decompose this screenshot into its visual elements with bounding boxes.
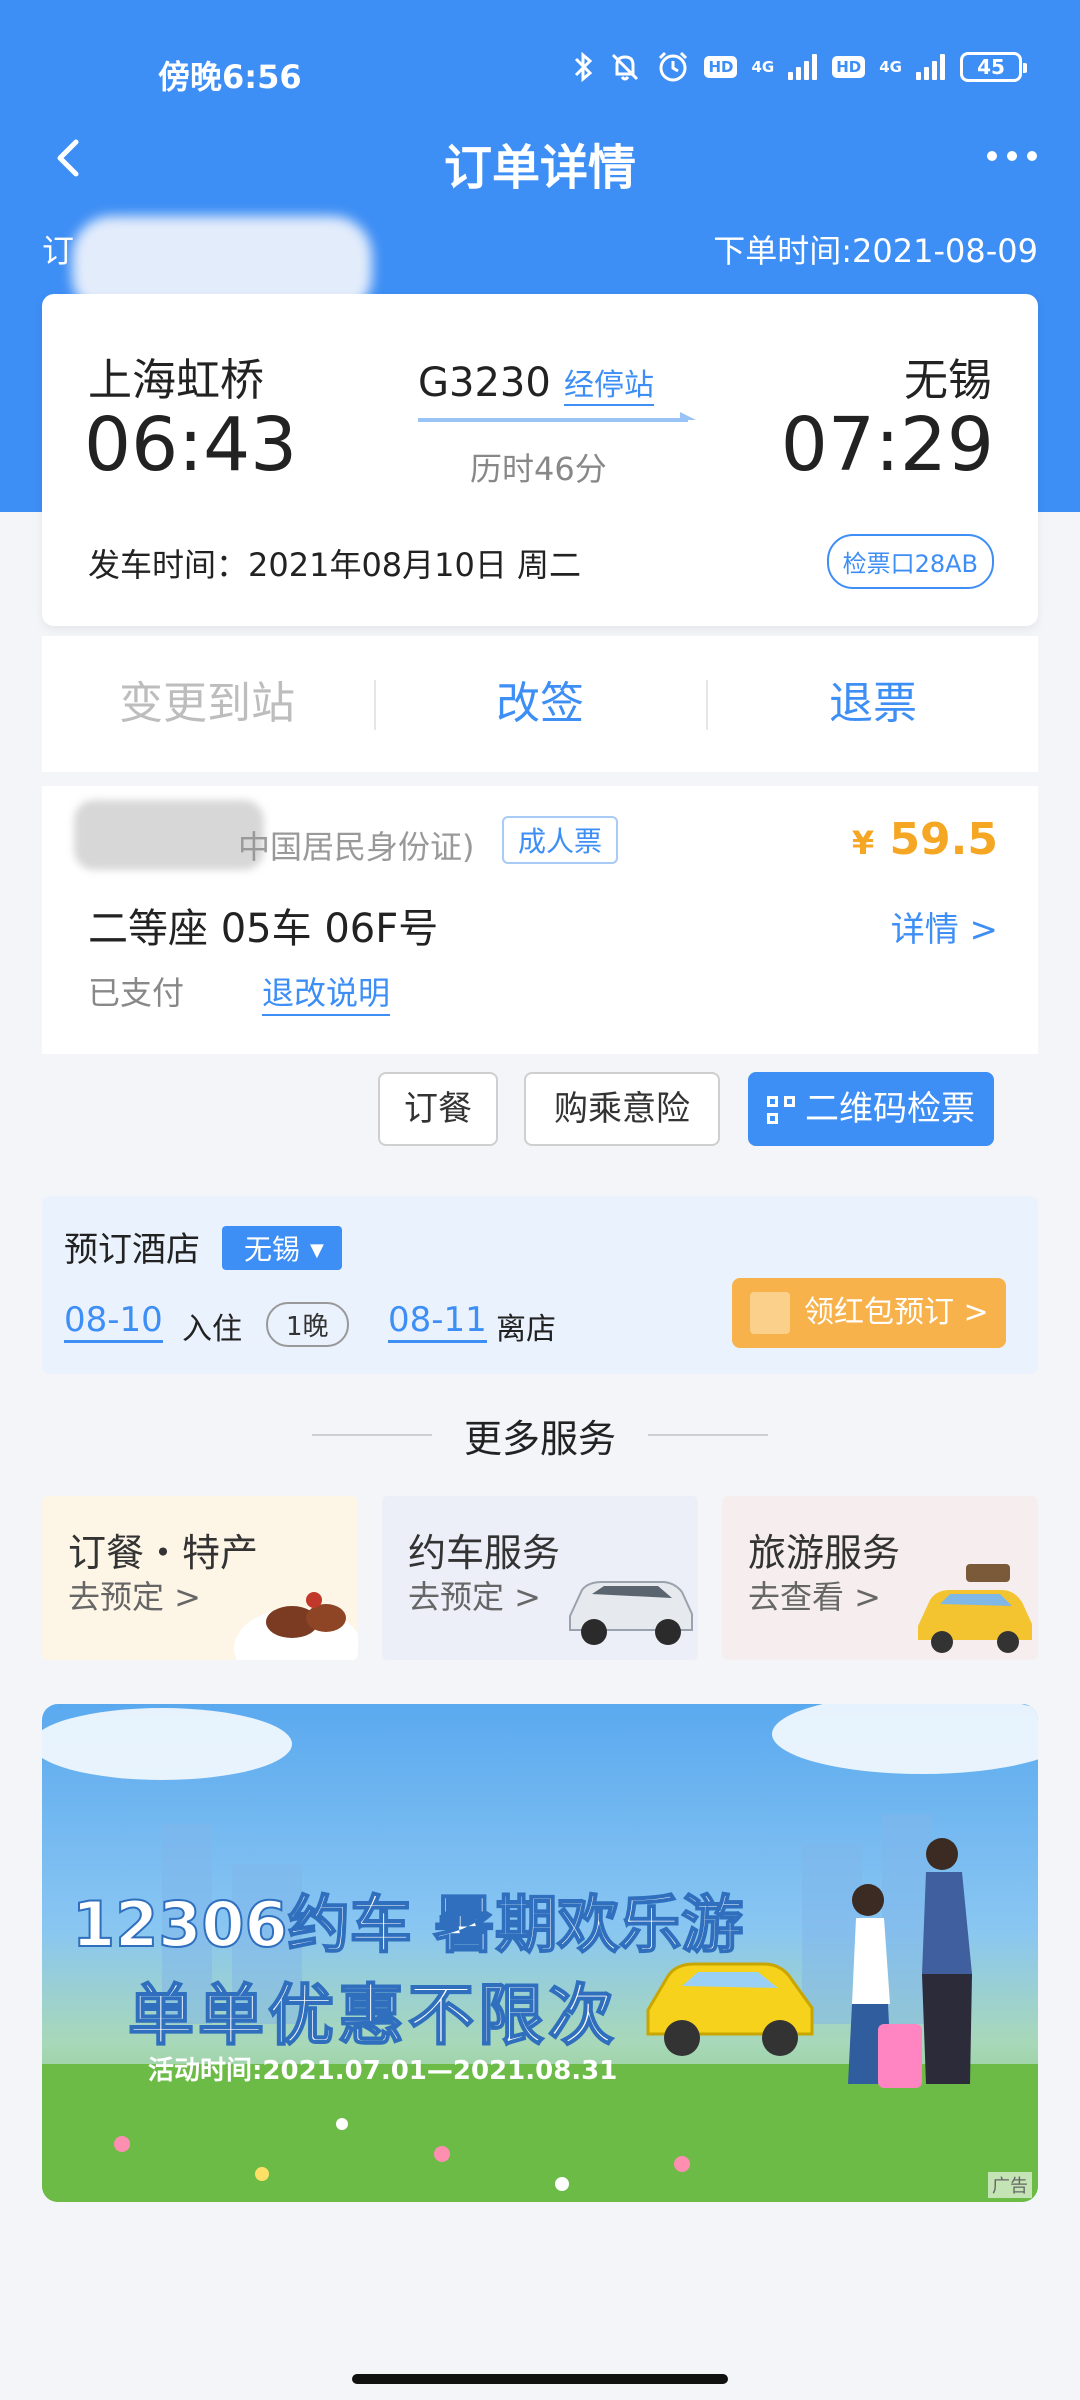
order-number-prefix: 订	[42, 232, 75, 270]
car-image	[569, 1581, 693, 1645]
qr-check-label: 二维码检票	[805, 1089, 975, 1129]
payment-status: 已支付	[88, 974, 185, 1012]
network-type: 4G	[751, 57, 775, 76]
price-value: 59.5	[889, 814, 998, 865]
qr-code-icon	[767, 1096, 795, 1124]
reschedule-button[interactable]: 改签	[375, 636, 705, 772]
more-menu-icon[interactable]	[984, 136, 1040, 176]
ticket-button-row: 订餐 购乘意险 二维码检票	[42, 1054, 1038, 1170]
banner-subheadline: 单单优惠不限次	[127, 1976, 618, 2055]
meal-button[interactable]: 订餐	[378, 1072, 498, 1146]
to-station: 无锡	[904, 355, 992, 406]
order-time: 下单时间:2021-08-09	[713, 232, 1038, 270]
currency-symbol: ¥	[851, 824, 875, 862]
bluetooth-icon	[575, 51, 593, 83]
seat-info: 二等座 05车 06F号	[88, 906, 439, 952]
status-time: 傍晚6:56	[158, 58, 302, 96]
passenger-name-redacted	[74, 800, 264, 870]
ticket-type-badge: 成人票	[502, 816, 619, 864]
hotel-book-button[interactable]: 领红包预订 >	[732, 1278, 1006, 1348]
travel-car-image	[918, 1564, 1032, 1653]
refund-button[interactable]: 退票	[708, 636, 1038, 772]
id-type: 中国居民身份证)	[238, 828, 475, 866]
detail-link[interactable]: 详情 >	[891, 902, 998, 951]
train-number: G3230	[418, 360, 551, 406]
food-image	[234, 1592, 358, 1660]
from-station: 上海虹桥	[88, 355, 264, 406]
hotel-card: 预订酒店 无锡 ▼ 08-10 入住 1晚 08-11 离店 领红包预订 >	[42, 1196, 1038, 1374]
checkin-label: 入住	[182, 1312, 242, 1347]
chevron-down-icon: ▼	[310, 1240, 324, 1261]
service-title: 约车服务	[408, 1531, 561, 1575]
gate-badge: 检票口28AB	[826, 534, 994, 589]
ad-label: 广告	[988, 2172, 1032, 2198]
arrive-time: 07:29	[780, 402, 994, 488]
checkout-label: 离店	[496, 1312, 556, 1347]
alarm-icon	[659, 51, 688, 82]
trip-card: 上海虹桥 06:43 G3230 经停站 历时46分 无锡 07:29 发车时间…	[42, 294, 1038, 626]
promo-banner[interactable]: 12306约车 暑期欢乐游 单单优惠不限次 活动时间:2021.07.01—20…	[42, 1704, 1038, 2202]
banner-date: 活动时间:2021.07.01—2021.08.31	[148, 2056, 618, 2086]
more-services-title: 更多服务	[463, 1417, 616, 1461]
network-type-2: 4G	[879, 57, 902, 76]
signal-icon	[788, 54, 818, 80]
qr-check-button[interactable]: 二维码检票	[748, 1072, 994, 1146]
depart-time: 06:43	[84, 402, 298, 488]
service-link: 去预定 >	[68, 1578, 201, 1616]
service-car-card[interactable]: 约车服务 去预定 >	[382, 1496, 698, 1660]
route-arrow	[418, 412, 696, 422]
service-meal-card[interactable]: 订餐・特产 去预定 >	[42, 1496, 358, 1660]
red-packet-icon	[750, 1292, 790, 1334]
hotel-title: 预订酒店	[64, 1230, 200, 1270]
service-link: 去查看 >	[748, 1578, 881, 1616]
hotel-book-label: 领红包预订 >	[804, 1295, 989, 1330]
status-bar: 傍晚6:56 HD 4G HD 4G 45	[0, 0, 1080, 140]
hd-icon: HD	[704, 56, 738, 78]
nav-bar: 订单详情	[0, 120, 1080, 200]
depart-date: 发车时间：2021年08月10日 周二	[88, 546, 582, 584]
battery-icon: 45	[960, 52, 1027, 82]
trip-duration: 历时46分	[470, 450, 607, 488]
hotel-city-label: 无锡	[244, 1233, 301, 1266]
home-indicator[interactable]	[352, 2374, 728, 2384]
banner-headline: 12306约车 暑期欢乐游	[71, 1874, 744, 1964]
hd-icon-2: HD	[832, 56, 866, 78]
refund-rules-link[interactable]: 退改说明	[262, 968, 391, 1016]
mute-icon	[612, 53, 639, 81]
hotel-city-select[interactable]: 无锡 ▼	[222, 1226, 342, 1270]
change-station-button[interactable]: 变更到站	[42, 636, 372, 772]
ticket-actions: 变更到站 改签 退票	[42, 636, 1038, 772]
via-stops-link[interactable]: 经停站	[564, 360, 654, 406]
order-info: 订 下单时间:2021-08-09	[42, 216, 1038, 316]
service-link: 去预定 >	[408, 1578, 541, 1616]
page-title: 订单详情	[443, 140, 636, 196]
ticket-price: ¥ 59.5	[852, 814, 998, 865]
service-title: 旅游服务	[748, 1531, 901, 1575]
banner-title: 暑期欢乐游	[432, 1887, 744, 1962]
nights-badge: 1晚	[266, 1302, 349, 1347]
banner-brand: 12306约车	[71, 1887, 413, 1962]
insurance-button[interactable]: 购乘意险	[524, 1072, 720, 1146]
service-travel-card[interactable]: 旅游服务 去查看 >	[722, 1496, 1038, 1660]
checkout-date[interactable]: 08-11	[388, 1300, 487, 1343]
signal-icon-2	[916, 54, 946, 80]
passenger-card: 中国居民身份证) 成人票 ¥ 59.5 二等座 05车 06F号 详情 > 已支…	[42, 786, 1038, 1054]
divider	[648, 1434, 768, 1436]
checkin-date[interactable]: 08-10	[64, 1300, 163, 1343]
status-icons: HD 4G HD 4G 45	[572, 50, 1027, 84]
